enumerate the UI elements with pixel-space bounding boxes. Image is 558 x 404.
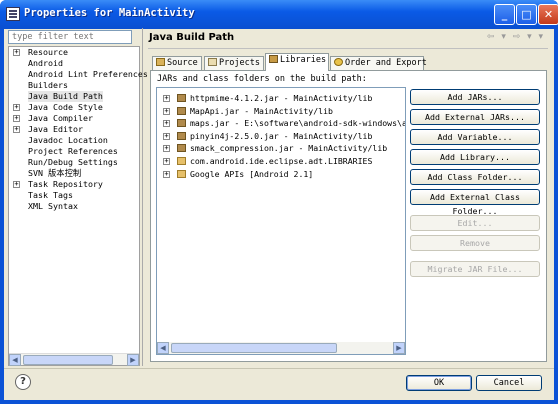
sidebar-item-label: Task Repository <box>28 179 103 189</box>
order-export-icon <box>334 58 343 66</box>
scroll-left-button[interactable]: ◀ <box>157 342 169 354</box>
sidebar-item-label: Android Lint Preferences <box>28 69 148 79</box>
expand-icon[interactable]: + <box>13 115 20 122</box>
tab-source[interactable]: Source <box>152 56 202 71</box>
sidebar-item[interactable]: + Java Compiler <box>13 113 139 124</box>
sidebar-item-label: Javadoc Location <box>28 135 108 145</box>
sidebar-item[interactable]: Java Build Path <box>13 91 139 102</box>
filter-input[interactable] <box>8 30 132 44</box>
jar-icon <box>177 119 186 128</box>
expand-icon[interactable]: + <box>163 95 170 102</box>
expand-icon[interactable]: + <box>13 181 20 188</box>
jar-icon <box>177 144 186 153</box>
tab-libraries[interactable]: Libraries <box>265 53 329 71</box>
jar-icon <box>177 106 186 115</box>
libraries-list-label: JARs and class folders on the build path… <box>157 74 367 84</box>
minimize-button[interactable]: _ <box>494 4 515 25</box>
sidebar-item-label: Project References <box>28 146 118 156</box>
add-jars-button[interactable]: Add JARs... <box>410 89 540 105</box>
scroll-right-button[interactable]: ▶ <box>127 354 139 366</box>
sidebar-item-label: Java Compiler <box>28 113 93 123</box>
sidebar-item-label: XML Syntax <box>28 201 78 211</box>
sidebar-item-label: Builders <box>28 80 68 90</box>
library-item-label: httpmime-4.1.2.jar - MainActivity/lib <box>190 93 373 103</box>
expand-icon[interactable]: + <box>13 104 20 111</box>
sidebar-item[interactable]: Task Tags <box>13 190 139 201</box>
help-icon[interactable]: ? <box>15 374 31 390</box>
header-divider <box>148 48 548 49</box>
cancel-button[interactable]: Cancel <box>476 375 542 391</box>
jar-icon <box>177 131 186 140</box>
ok-button[interactable]: OK <box>406 375 472 391</box>
scroll-thumb[interactable] <box>171 343 337 353</box>
libraries-panel: JARs and class folders on the build path… <box>150 70 547 362</box>
library-icon <box>177 169 186 178</box>
sidebar-item[interactable]: Run/Debug Settings <box>13 157 139 168</box>
library-item-label: maps.jar - E:\software\android-sdk-windo… <box>190 118 406 129</box>
sidebar-item[interactable]: Project References <box>13 146 139 157</box>
add-variable-button[interactable]: Add Variable... <box>410 129 540 145</box>
scroll-thumb[interactable] <box>23 355 113 365</box>
page-title: Java Build Path <box>149 32 235 43</box>
close-button[interactable]: ✕ <box>538 4 558 25</box>
projects-icon <box>208 58 217 66</box>
tab-order-export[interactable]: Order and Export <box>330 56 427 71</box>
sidebar-item-label: Resource <box>28 47 68 57</box>
library-item-label: smack_compression.jar - MainActivity/lib <box>190 143 388 154</box>
sidebar-item[interactable]: Builders <box>13 80 139 91</box>
edit-button[interactable]: Edit... <box>410 215 540 231</box>
libraries-tree[interactable]: + httpmime-4.1.2.jar - MainActivity/lib + M… <box>156 87 406 355</box>
expand-icon[interactable]: + <box>163 107 170 115</box>
properties-icon <box>6 7 20 21</box>
navigation-arrows[interactable]: ⇦ ▾ ⇨ ▾ ▾ <box>487 32 545 42</box>
sidebar-item[interactable]: Android <box>13 58 139 69</box>
footer-divider <box>4 368 554 369</box>
jar-icon <box>177 94 186 102</box>
sidebar-item-label: Java Editor <box>28 124 83 134</box>
expand-icon[interactable]: + <box>163 132 170 140</box>
remove-button[interactable]: Remove <box>410 235 540 251</box>
window-title: Properties for MainActivity <box>24 7 195 19</box>
expand-icon[interactable]: + <box>163 170 170 178</box>
scroll-left-button[interactable]: ◀ <box>9 354 21 366</box>
sidebar-item-label: Java Code Style <box>28 102 103 112</box>
library-icon <box>177 157 186 165</box>
sidebar-item-label: SVN 版本控制 <box>28 168 82 178</box>
add-external-jars-button[interactable]: Add External JARs... <box>410 109 540 125</box>
sidebar-item[interactable]: + Task Repository <box>13 179 139 190</box>
sidebar-item[interactable]: + Java Code Style <box>13 102 139 113</box>
sidebar-item-label: Java Build Path <box>28 91 103 102</box>
sidebar-item[interactable]: + Resource <box>13 47 139 58</box>
add-external-class-folder-button[interactable]: Add External Class Folder... <box>410 189 540 216</box>
sidebar-item-label: Android <box>28 58 63 68</box>
sidebar-item[interactable]: Javadoc Location <box>13 135 139 146</box>
sidebar-item[interactable]: XML Syntax <box>13 201 139 212</box>
sidebar-item[interactable]: + Java Editor <box>13 124 139 135</box>
expand-icon[interactable]: + <box>13 49 20 56</box>
property-page-tree: + Resource Android Android Lint Preferences… <box>8 46 148 366</box>
sidebar-item[interactable]: Android Lint Preferences <box>13 69 148 80</box>
library-item-label: com.android.ide.eclipse.adt.LIBRARIES <box>190 156 373 166</box>
add-class-folder-button[interactable]: Add Class Folder... <box>410 169 540 185</box>
sidebar-item-label: Run/Debug Settings <box>28 157 118 167</box>
pane-splitter[interactable] <box>142 28 143 366</box>
migrate-jar-button[interactable]: Migrate JAR File... <box>410 261 540 277</box>
maximize-button[interactable]: □ <box>516 4 537 25</box>
expand-icon[interactable]: + <box>163 158 170 165</box>
expand-icon[interactable]: + <box>13 126 20 133</box>
add-library-button[interactable]: Add Library... <box>410 149 540 165</box>
library-item-label: pinyin4j-2.5.0.jar - MainActivity/lib <box>190 130 373 141</box>
library-item-label: MapApi.jar - MainActivity/lib <box>190 105 333 116</box>
scroll-right-button[interactable]: ▶ <box>393 342 405 354</box>
libraries-icon <box>269 55 278 63</box>
expand-icon[interactable]: + <box>163 120 170 128</box>
expand-icon[interactable]: + <box>163 145 170 153</box>
sidebar-item[interactable]: SVN 版本控制 <box>13 168 139 179</box>
tab-projects[interactable]: Projects <box>204 56 264 71</box>
tree-horizontal-scrollbar[interactable]: ◀ ▶ <box>9 353 139 366</box>
sidebar-item-label: Task Tags <box>28 190 73 200</box>
library-item-label: Google APIs [Android 2.1] <box>190 168 314 179</box>
source-folder-icon <box>156 58 165 66</box>
libraries-horizontal-scrollbar[interactable]: ◀ ▶ <box>157 342 405 354</box>
